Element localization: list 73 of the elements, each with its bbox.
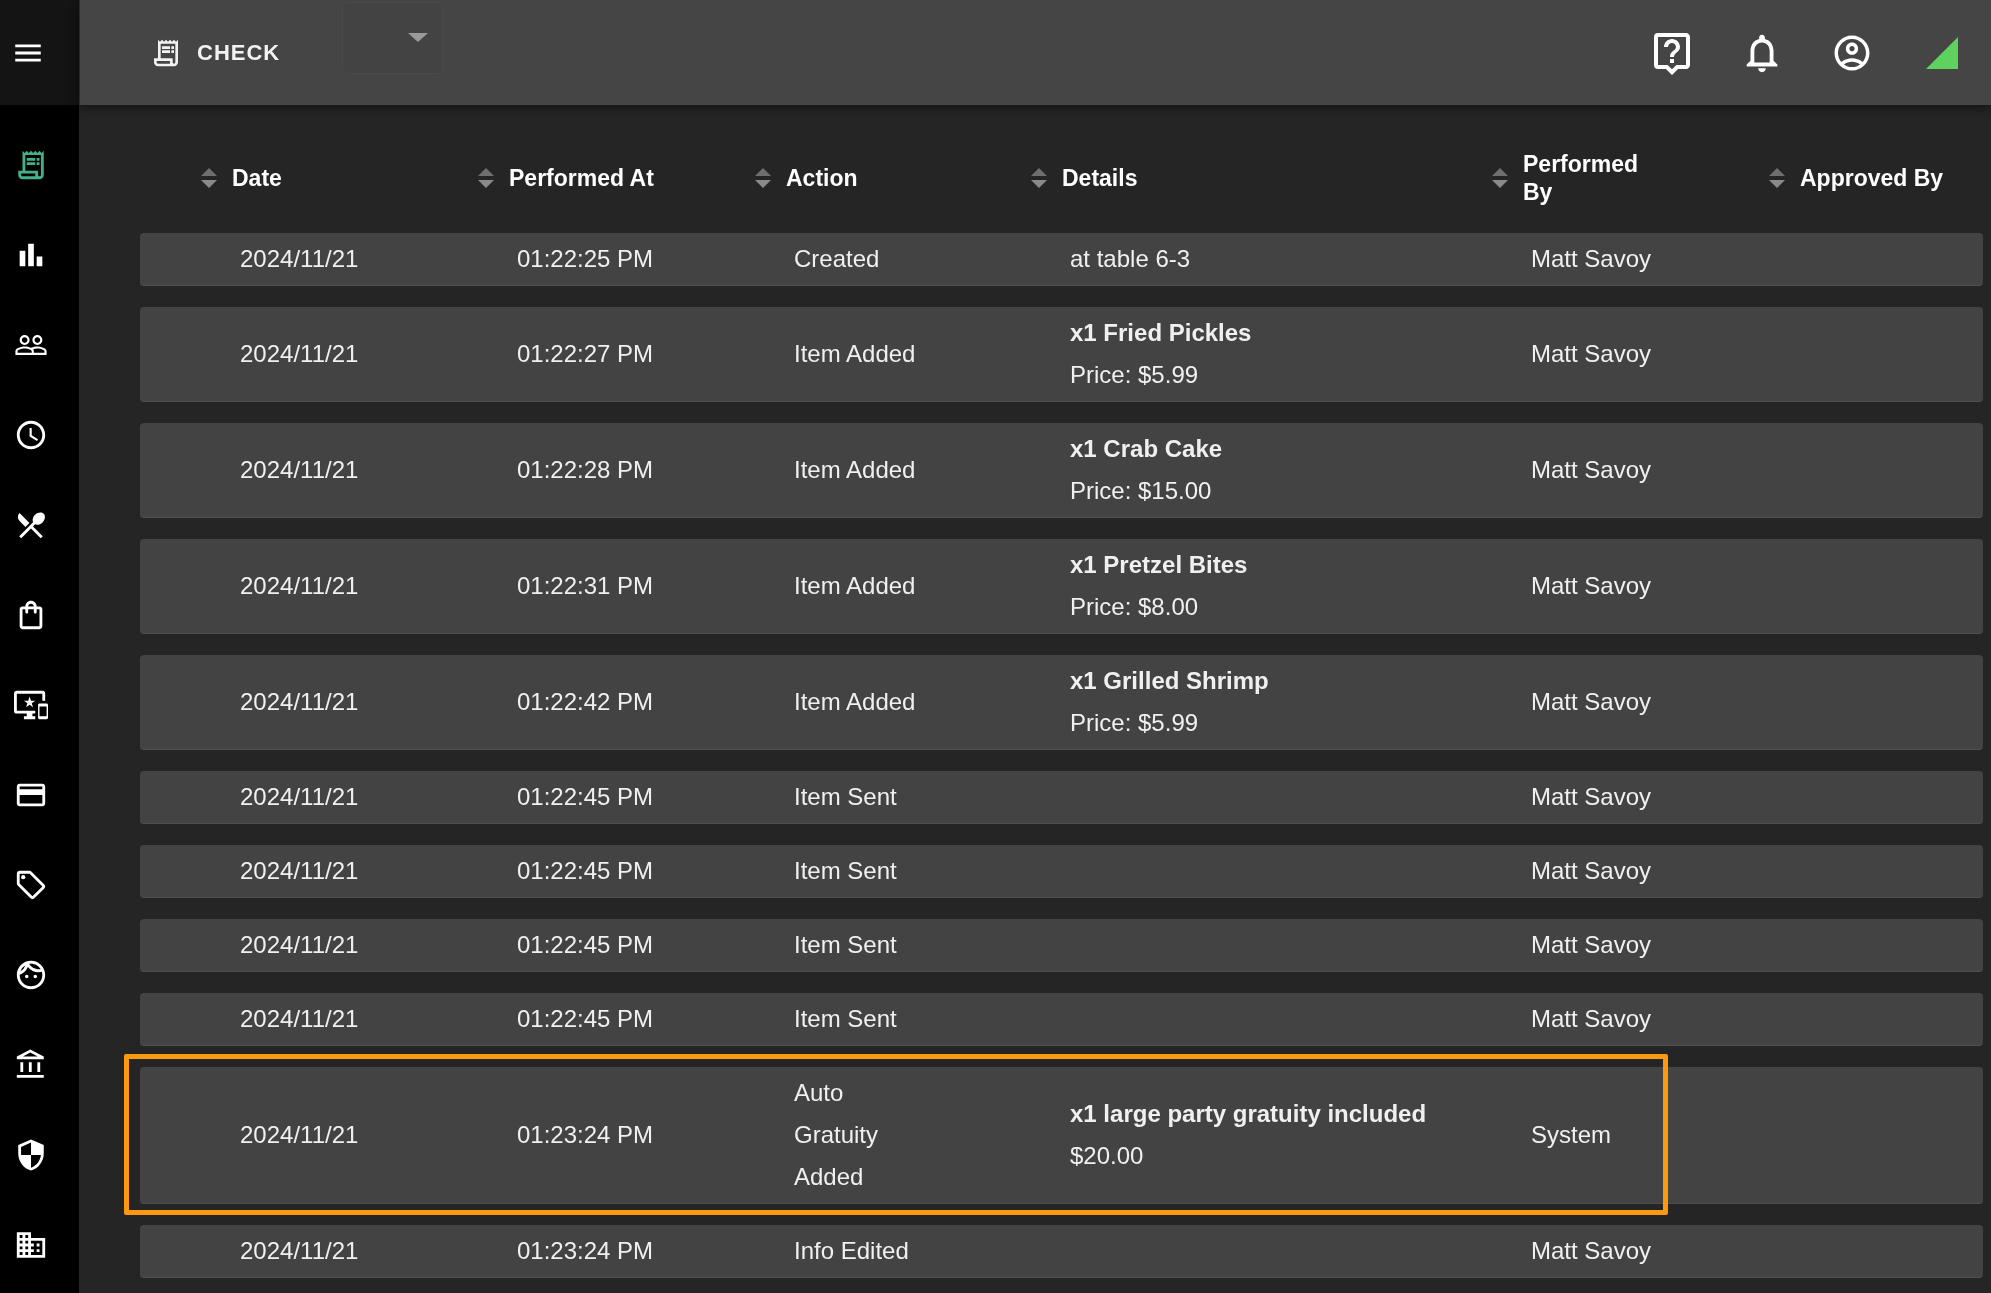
action-text: Item Added bbox=[794, 571, 917, 601]
date-text: 2024/11/21 bbox=[240, 340, 359, 367]
action-text: Auto Gratuity Added bbox=[794, 1078, 880, 1192]
sort-icon[interactable] bbox=[478, 167, 494, 189]
performer-name: Matt Savoy bbox=[1531, 688, 1652, 715]
time-text: 01:23:24 PM bbox=[517, 1237, 654, 1264]
sort-icon[interactable] bbox=[201, 167, 217, 189]
action-text: Item Added bbox=[794, 687, 917, 717]
face-icon[interactable] bbox=[14, 958, 48, 992]
date-text: 2024/11/21 bbox=[240, 1121, 359, 1148]
sort-icon[interactable] bbox=[1769, 167, 1785, 189]
clock-icon[interactable] bbox=[14, 418, 48, 452]
time-text: 01:23:24 PM bbox=[517, 1121, 654, 1148]
time-text: 01:22:45 PM bbox=[517, 783, 654, 810]
performer-name: Matt Savoy bbox=[1531, 572, 1652, 599]
time-text: 01:22:45 PM bbox=[517, 857, 654, 884]
details-text: at table 6-3 bbox=[1070, 244, 1191, 274]
time-text: 01:22:27 PM bbox=[517, 340, 654, 367]
date-text: 2024/11/21 bbox=[240, 857, 359, 884]
column-header[interactable]: Performed At bbox=[509, 164, 654, 192]
date-text: 2024/11/21 bbox=[240, 783, 359, 810]
date-text: 2024/11/21 bbox=[240, 245, 359, 272]
performer-name: Matt Savoy bbox=[1531, 783, 1652, 810]
devices-icon[interactable] bbox=[14, 688, 48, 722]
date-text: 2024/11/21 bbox=[240, 1005, 359, 1032]
time-text: 01:22:42 PM bbox=[517, 688, 654, 715]
date-text: 2024/11/21 bbox=[240, 931, 359, 958]
performer-name: Matt Savoy bbox=[1531, 340, 1652, 367]
details-title: x1 Crab Cake bbox=[1070, 434, 1223, 464]
details-text: $20.00 bbox=[1070, 1141, 1144, 1171]
action-text: Item Added bbox=[794, 455, 917, 485]
details-title: x1 large party gratuity included bbox=[1070, 1099, 1427, 1129]
signal-triangle-icon bbox=[1926, 36, 1958, 69]
action-text: Item Sent bbox=[794, 856, 898, 886]
time-text: 01:22:28 PM bbox=[517, 456, 654, 483]
page-title: CHECK bbox=[197, 39, 281, 67]
details-title: x1 Pretzel Bites bbox=[1070, 550, 1248, 580]
details-text: Price: $15.00 bbox=[1070, 476, 1212, 506]
details-title: x1 Grilled Shrimp bbox=[1070, 666, 1269, 696]
action-text: Item Sent bbox=[794, 930, 898, 960]
performer-name: System bbox=[1531, 1121, 1611, 1148]
performer-name: Matt Savoy bbox=[1531, 1237, 1652, 1264]
column-header[interactable]: Performed By bbox=[1523, 150, 1648, 206]
action-text: Item Sent bbox=[794, 782, 898, 812]
column-header[interactable]: Action bbox=[786, 164, 858, 192]
column-header[interactable]: Approved By bbox=[1800, 164, 1944, 192]
time-text: 01:22:45 PM bbox=[517, 1005, 654, 1032]
details-text: Price: $8.00 bbox=[1070, 592, 1199, 622]
action-text: Item Added bbox=[794, 339, 917, 369]
details-text: Price: $5.99 bbox=[1070, 708, 1199, 738]
performer-name: Matt Savoy bbox=[1531, 931, 1652, 958]
performer-name: Matt Savoy bbox=[1531, 245, 1652, 272]
sort-icon[interactable] bbox=[755, 167, 771, 189]
sort-icon[interactable] bbox=[1492, 167, 1508, 189]
sort-icon[interactable] bbox=[1031, 167, 1047, 189]
details-title: x1 Fried Pickles bbox=[1070, 318, 1252, 348]
action-text: Created bbox=[794, 244, 881, 274]
column-header[interactable]: Details bbox=[1062, 164, 1138, 192]
date-text: 2024/11/21 bbox=[240, 456, 359, 483]
date-text: 2024/11/21 bbox=[240, 572, 359, 599]
time-text: 01:22:25 PM bbox=[517, 245, 654, 272]
tag-icon[interactable] bbox=[14, 868, 48, 902]
performer-name: Matt Savoy bbox=[1531, 456, 1652, 483]
performer-name: Matt Savoy bbox=[1531, 1005, 1652, 1032]
details-text: Price: $5.99 bbox=[1070, 360, 1199, 390]
column-header[interactable]: Date bbox=[232, 164, 282, 192]
performer-name: Matt Savoy bbox=[1531, 857, 1652, 884]
date-text: 2024/11/21 bbox=[240, 688, 359, 715]
action-text: Item Sent bbox=[794, 1004, 898, 1034]
time-text: 01:22:45 PM bbox=[517, 931, 654, 958]
time-text: 01:22:31 PM bbox=[517, 572, 654, 599]
action-text: Info Edited bbox=[794, 1236, 910, 1266]
date-text: 2024/11/21 bbox=[240, 1237, 359, 1264]
